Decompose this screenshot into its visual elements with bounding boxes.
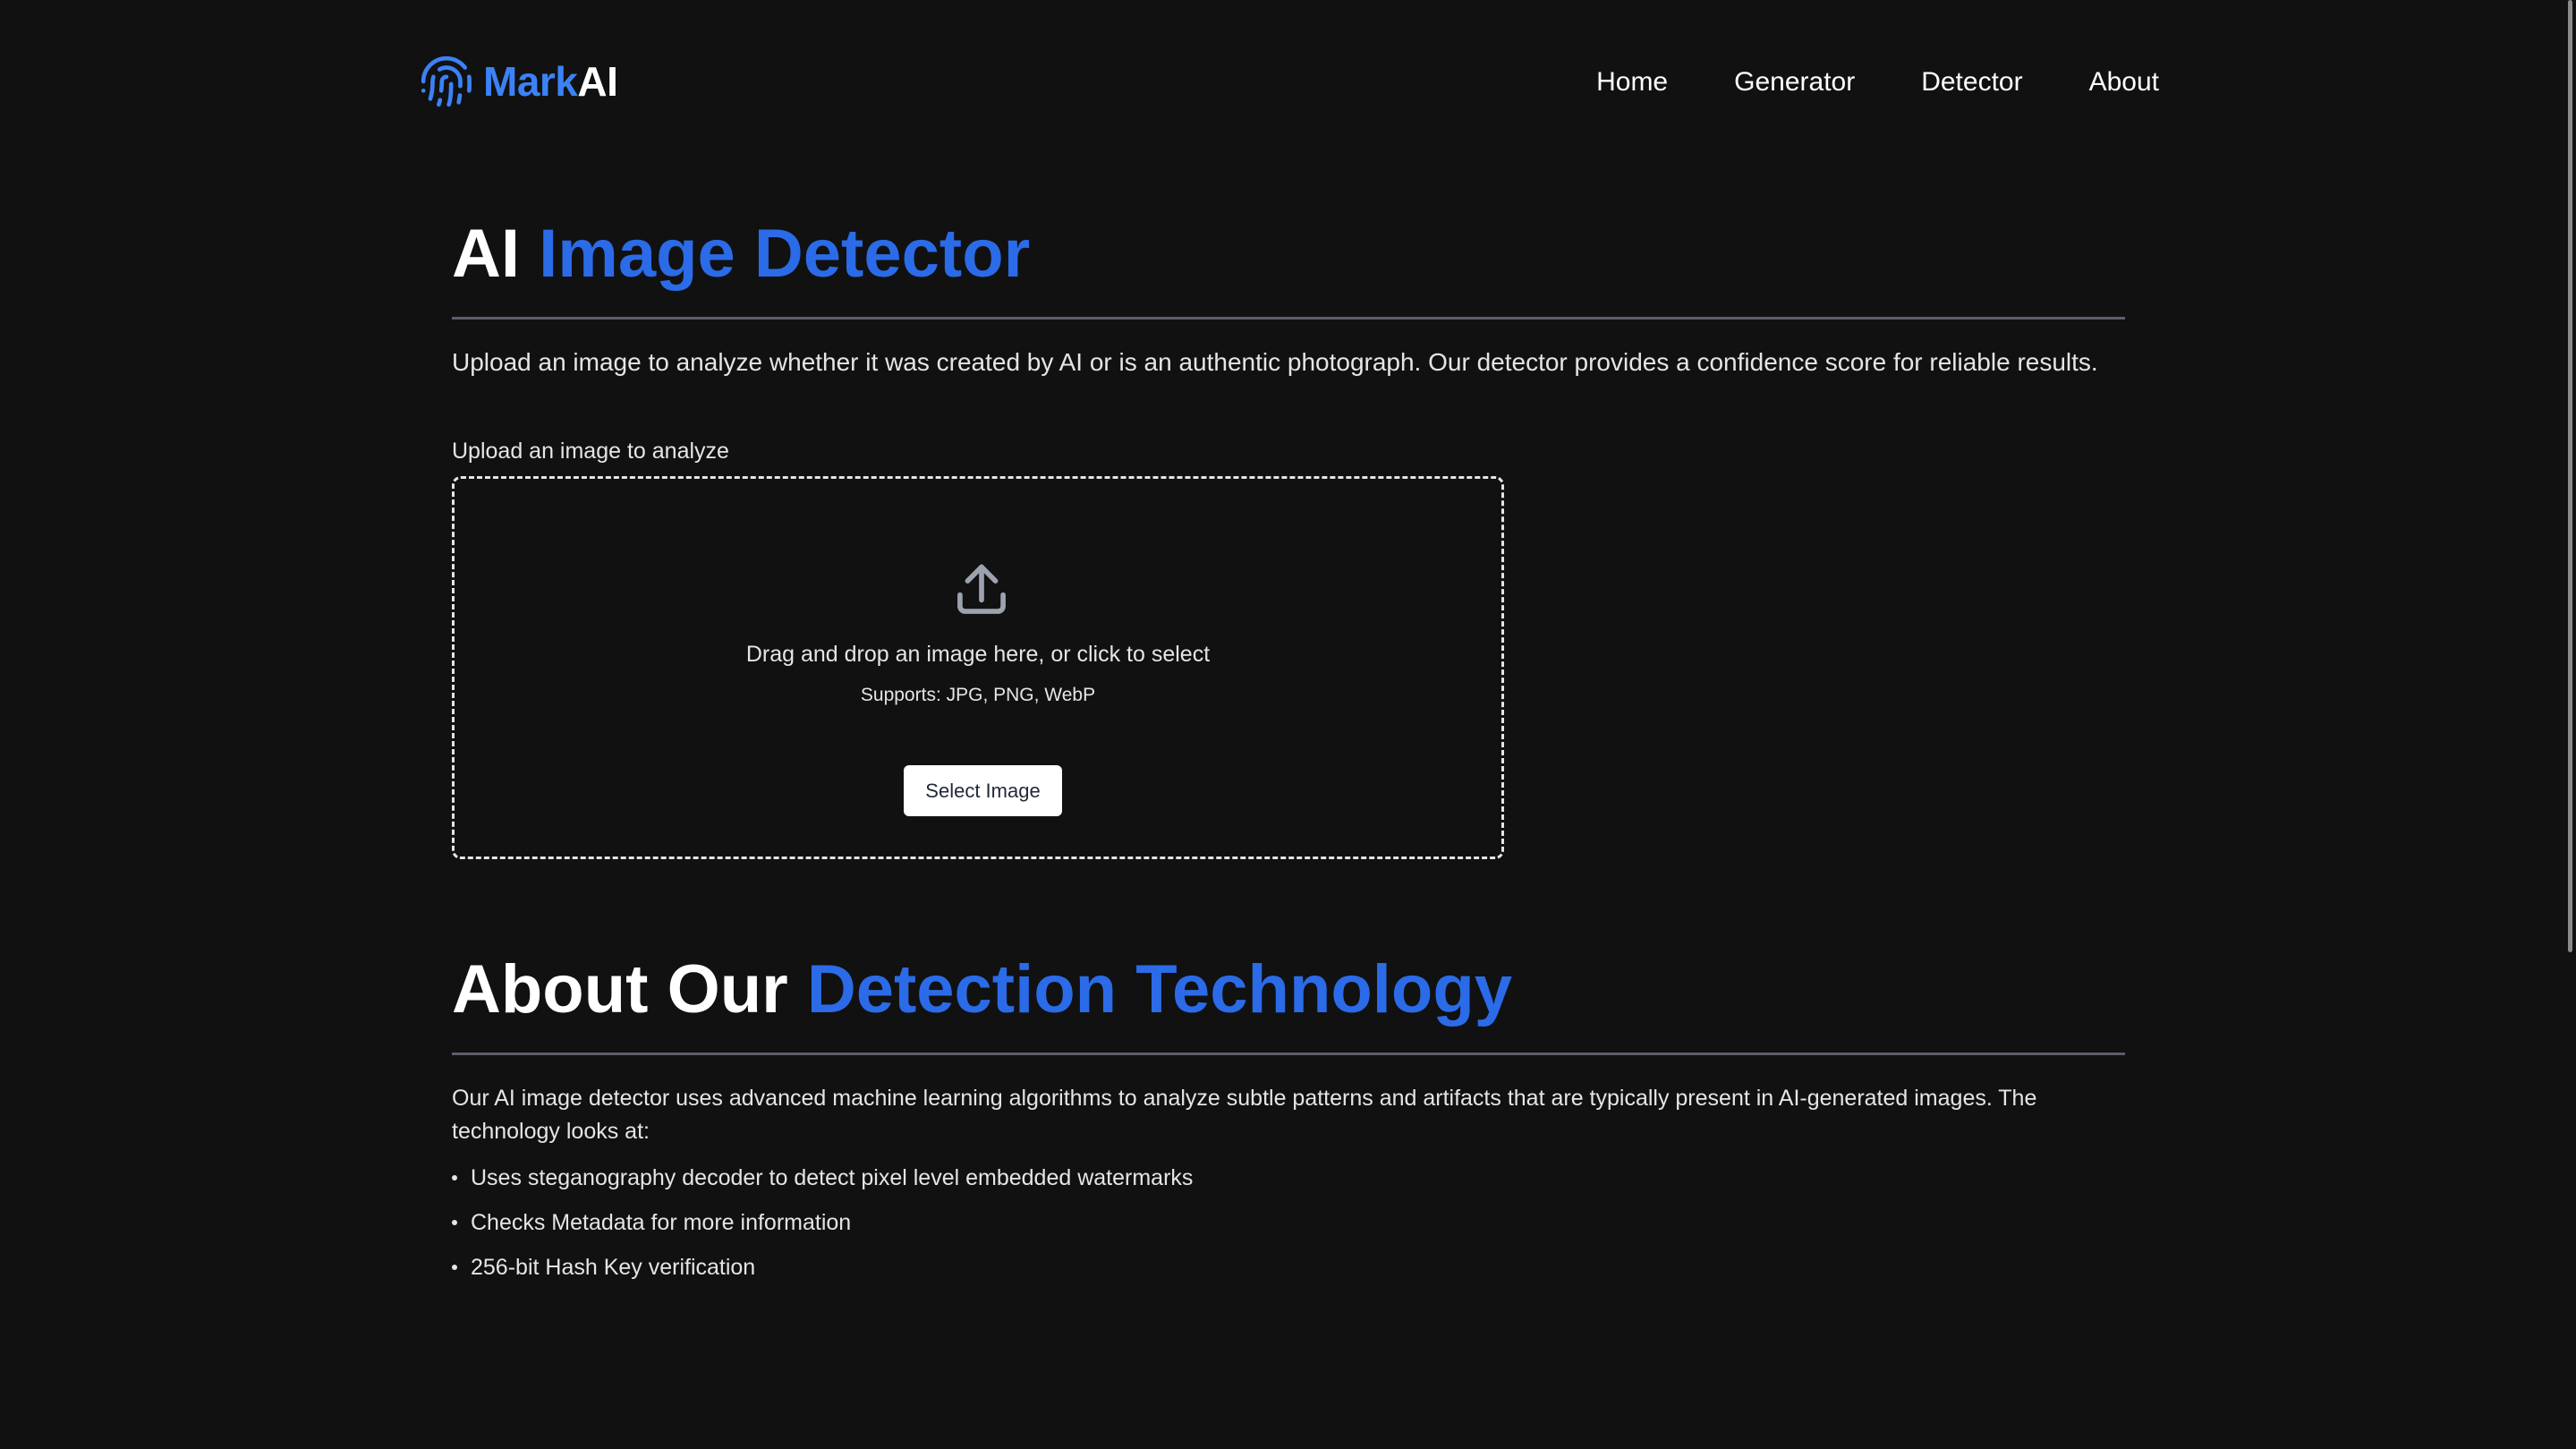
scrollbar-thumb[interactable] <box>2568 0 2572 952</box>
about-title: About Our Detection Technology <box>452 943 2125 1036</box>
list-item-text: Checks Metadata for more information <box>471 1210 852 1235</box>
feature-list: Uses steganography decoder to detect pix… <box>452 1164 2125 1281</box>
brand-logo-link[interactable]: MarkAI <box>419 54 618 109</box>
nav-link-detector[interactable]: Detector <box>1921 66 2022 98</box>
page-scrollbar[interactable] <box>2563 0 2576 1449</box>
bullet-icon <box>452 1175 457 1181</box>
brand-name: MarkAI <box>483 57 618 106</box>
list-item: Uses steganography decoder to detect pix… <box>452 1164 2125 1191</box>
list-item-text: 256-bit Hash Key verification <box>471 1255 756 1280</box>
page-description: Upload an image to analyze whether it wa… <box>452 348 2098 376</box>
about-title-accent: Detection Technology <box>806 951 1513 1027</box>
brand-name-part2: AI <box>577 58 618 105</box>
supported-formats: Supports: JPG, PNG, WebP <box>860 685 1096 705</box>
page-title-accent: Image Detector <box>539 216 1031 292</box>
title-divider <box>452 317 2125 320</box>
list-item: 256-bit Hash Key verification <box>452 1254 2125 1281</box>
fingerprint-icon <box>419 54 474 109</box>
select-image-button[interactable]: Select Image <box>904 765 1062 816</box>
page: MarkAI Home Generator Detector About AI … <box>0 0 2576 1449</box>
about-title-plain: About Our <box>452 951 807 1027</box>
bullet-icon <box>452 1265 457 1270</box>
nav-link-generator[interactable]: Generator <box>1734 66 1855 98</box>
dropzone-instructions: Drag and drop an image here, or click to… <box>745 642 1211 667</box>
upload-label: Upload an image to analyze <box>452 439 729 464</box>
about-section: About Our Detection Technology Our AI im… <box>452 943 2125 1299</box>
page-title-plain: AI <box>452 216 540 292</box>
bullet-icon <box>452 1220 457 1225</box>
list-item: Checks Metadata for more information <box>452 1209 2125 1236</box>
brand-name-part1: Mark <box>483 58 578 105</box>
image-dropzone[interactable]: Drag and drop an image here, or click to… <box>452 476 1504 859</box>
about-description: Our AI image detector uses advanced mach… <box>452 1086 2037 1144</box>
nav-link-about[interactable]: About <box>2089 66 2159 98</box>
top-navbar: MarkAI Home Generator Detector About <box>419 50 2159 113</box>
about-divider <box>452 1053 2125 1055</box>
nav-link-home[interactable]: Home <box>1596 66 1668 98</box>
upload-icon <box>951 559 1012 620</box>
list-item-text: Uses steganography decoder to detect pix… <box>471 1165 1194 1190</box>
detector-section: AI Image Detector Upload an image to ana… <box>452 208 2125 859</box>
page-title: AI Image Detector <box>452 208 2125 301</box>
main-nav: Home Generator Detector About <box>1596 66 2159 98</box>
